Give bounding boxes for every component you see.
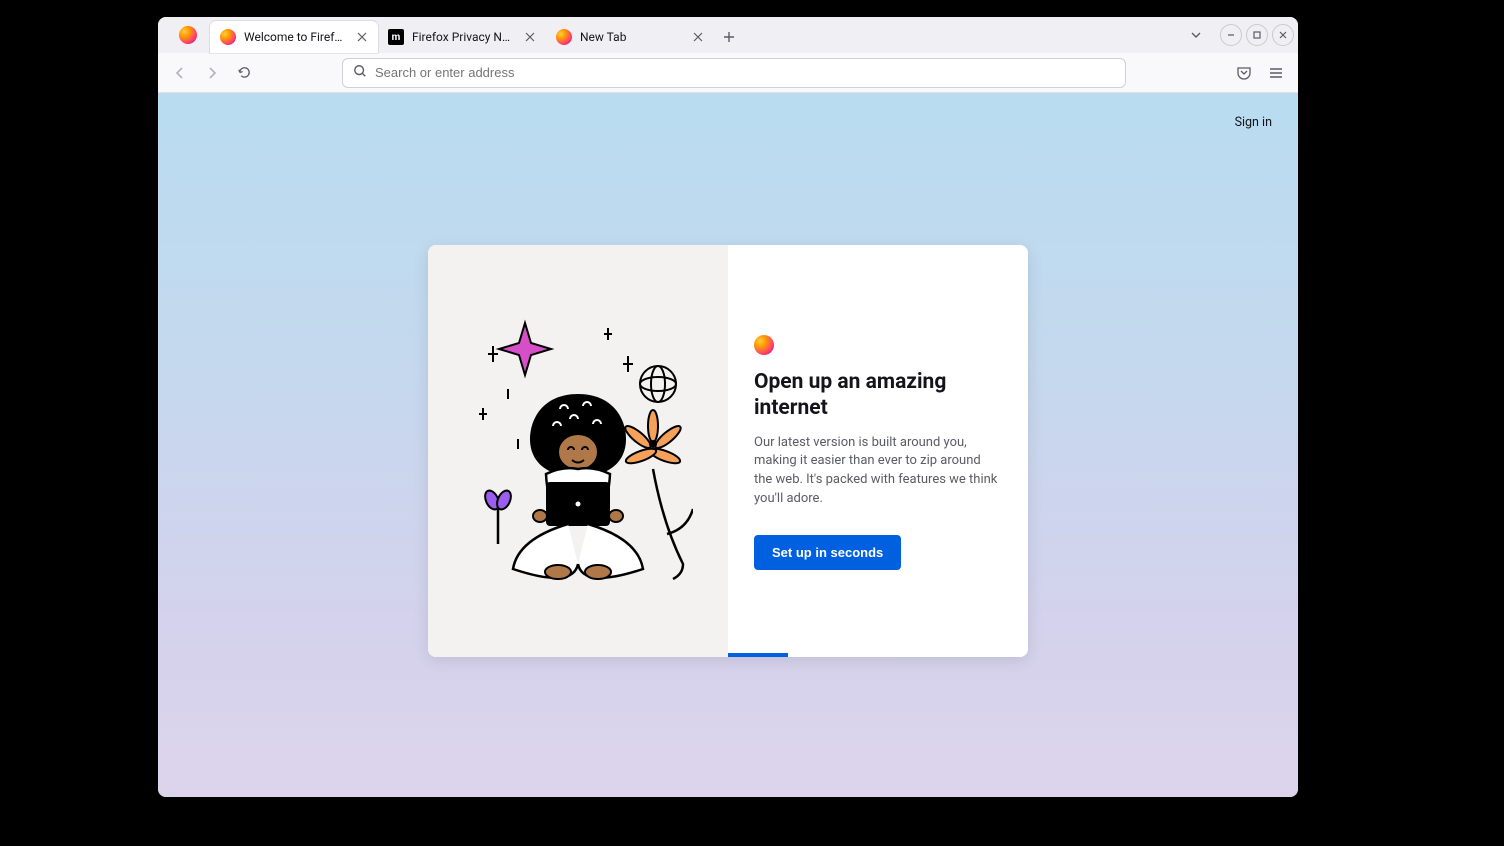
list-tabs-button[interactable] xyxy=(1182,21,1210,49)
window-close-button[interactable] xyxy=(1272,24,1294,46)
tab-newtab[interactable]: New Tab xyxy=(546,21,714,53)
tab-close-button[interactable] xyxy=(522,29,538,45)
save-to-pocket-button[interactable] xyxy=(1230,59,1258,87)
tab-title: Welcome to Firefox xyxy=(244,30,346,44)
onboarding-card: Open up an amazing internet Our latest v… xyxy=(428,245,1028,657)
search-icon xyxy=(353,63,367,82)
tab-title: New Tab xyxy=(580,30,682,44)
onboarding-body: Our latest version is built around you, … xyxy=(754,434,1002,509)
tab-close-button[interactable] xyxy=(690,29,706,45)
tab-welcome[interactable]: Welcome to Firefox xyxy=(210,21,378,53)
back-button[interactable] xyxy=(166,59,194,87)
firefox-icon xyxy=(754,335,774,355)
address-input[interactable] xyxy=(375,65,1115,80)
new-tab-button[interactable] xyxy=(714,21,744,53)
firefox-logo-icon xyxy=(179,26,197,44)
url-bar[interactable] xyxy=(342,58,1126,88)
page-content: Sign in xyxy=(158,93,1298,797)
window-maximize-button[interactable] xyxy=(1246,24,1268,46)
reload-button[interactable] xyxy=(230,59,258,87)
person-laptop-illustration-icon xyxy=(463,314,693,588)
tab-title: Firefox Privacy Notice — xyxy=(412,30,514,44)
onboarding-progress-bar xyxy=(728,653,788,657)
sign-in-link[interactable]: Sign in xyxy=(1235,115,1272,130)
app-firefox-icon xyxy=(166,17,210,53)
nav-toolbar xyxy=(158,53,1298,93)
window-controls xyxy=(1220,24,1294,46)
onboarding-text-panel: Open up an amazing internet Our latest v… xyxy=(728,245,1028,657)
toolbar-right xyxy=(1230,59,1290,87)
onboarding-heading: Open up an amazing internet xyxy=(754,369,974,422)
app-menu-button[interactable] xyxy=(1262,59,1290,87)
tab-strip: Welcome to Firefox m Firefox Privacy Not… xyxy=(158,17,1298,53)
browser-window: Welcome to Firefox m Firefox Privacy Not… xyxy=(158,17,1298,797)
tabstrip-right xyxy=(1182,17,1298,53)
onboarding-illustration xyxy=(428,245,728,657)
window-minimize-button[interactable] xyxy=(1220,24,1242,46)
tab-privacy[interactable]: m Firefox Privacy Notice — xyxy=(378,21,546,53)
forward-button[interactable] xyxy=(198,59,226,87)
setup-button[interactable]: Set up in seconds xyxy=(754,535,901,570)
tab-favicon-firefox-icon xyxy=(220,29,236,45)
tab-favicon-mozilla-icon: m xyxy=(388,29,404,45)
tab-favicon-firefox-icon xyxy=(556,29,572,45)
tab-close-button[interactable] xyxy=(354,29,370,45)
